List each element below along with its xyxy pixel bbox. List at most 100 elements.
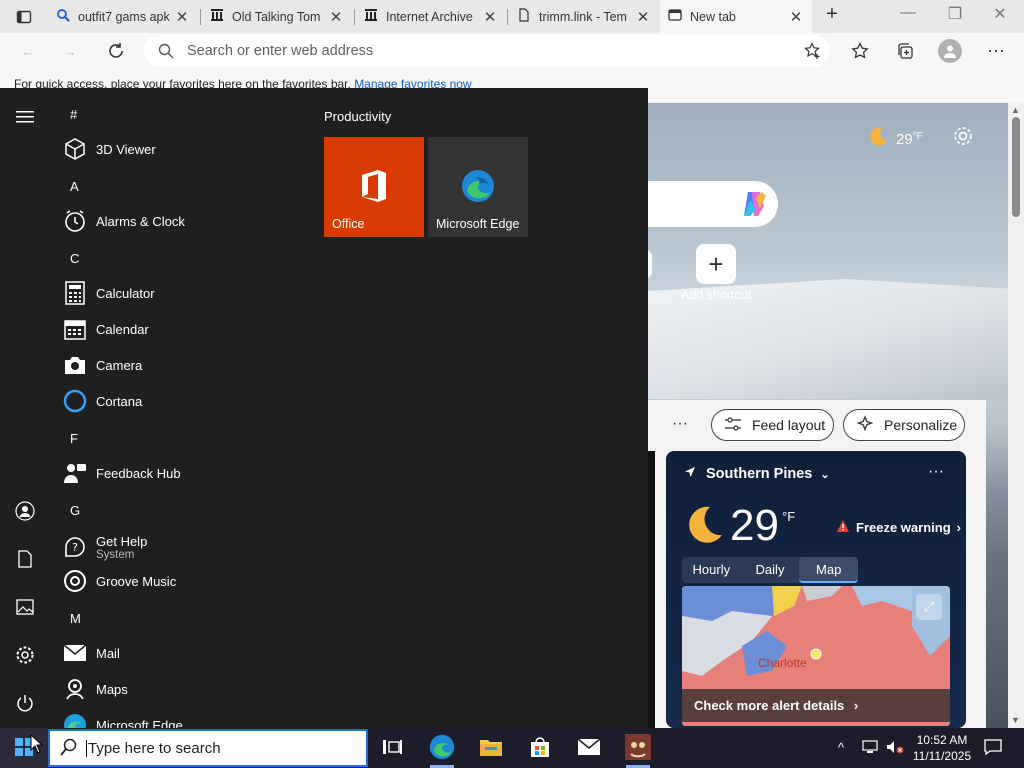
taskbar-file-explorer[interactable] (467, 728, 515, 768)
close-tab-icon[interactable]: ✕ (635, 8, 651, 26)
section-header[interactable]: A (70, 179, 79, 194)
weather-card[interactable]: Southern Pines ⌄ ··· 29 °F Freeze warnin… (666, 451, 966, 728)
app-3d-viewer[interactable]: 3D Viewer (62, 131, 156, 167)
section-header[interactable]: M (70, 611, 81, 626)
app-name: Calendar (96, 321, 149, 337)
page-scrollbar[interactable]: ▲ ▼ (1008, 103, 1024, 728)
app-maps[interactable]: Maps (62, 671, 128, 707)
notifications-icon[interactable] (984, 738, 1002, 759)
feed-layout-button[interactable]: Feed layout (711, 409, 834, 441)
collections-icon[interactable] (895, 41, 915, 61)
more-options-icon[interactable]: ⋯ (986, 41, 1006, 61)
app-name: Groove Music (96, 573, 177, 589)
taskbar-search-box[interactable]: Type here to search (48, 729, 368, 767)
documents-icon[interactable] (14, 548, 36, 570)
add-shortcut-button[interactable]: + (696, 244, 736, 284)
cortana-icon (62, 388, 88, 414)
section-header[interactable]: G (70, 503, 80, 518)
header-weather[interactable]: 29 °F (866, 125, 923, 153)
new-tab-icon[interactable]: + (812, 3, 852, 26)
app-microsoft-edge[interactable]: Microsoft Edge (62, 707, 183, 728)
tab-internet-archive[interactable]: Internet Archive ✕ (356, 0, 506, 33)
tile-office[interactable]: Office (324, 137, 424, 237)
minimize-icon[interactable]: — (888, 4, 928, 22)
expand-map-icon[interactable]: ⤢ (916, 594, 942, 620)
show-hidden-icons[interactable]: ^ (838, 740, 844, 755)
app-alarms-clock[interactable]: Alarms & Clock (62, 203, 185, 239)
tab-search-outfit7[interactable]: outfit7 gams apk ✕ (48, 0, 198, 33)
close-tab-icon[interactable]: ✕ (174, 8, 190, 26)
scrollbar-thumb[interactable] (1012, 117, 1020, 217)
tab-hourly[interactable]: Hourly (682, 557, 741, 583)
copilot-icon[interactable] (738, 188, 770, 220)
profile-avatar-icon[interactable] (938, 39, 962, 63)
tile-microsoft-edge[interactable]: Microsoft Edge (428, 137, 528, 237)
store-icon (529, 736, 551, 761)
edge-icon (461, 169, 495, 206)
volume-muted-icon[interactable] (886, 740, 904, 757)
camera-icon (62, 352, 88, 378)
app-camera[interactable]: Camera (62, 347, 142, 383)
alert-details-link[interactable]: Check more alert details › (682, 689, 950, 722)
user-account-icon[interactable] (14, 500, 36, 522)
taskbar-mail[interactable] (565, 728, 613, 768)
forward-icon[interactable]: → (60, 41, 80, 61)
weather-more-icon[interactable]: ··· (928, 463, 944, 481)
feed-more-icon[interactable]: ··· (672, 415, 688, 433)
settings-icon[interactable] (14, 644, 36, 666)
sliders-icon (724, 416, 742, 434)
section-header[interactable]: F (70, 431, 78, 446)
task-view-button[interactable] (368, 728, 416, 768)
app-list[interactable]: # 3D Viewer A Alarms & Clock C Calculato… (50, 88, 300, 728)
feedback-icon (62, 460, 88, 486)
taskbar-store[interactable] (516, 728, 564, 768)
chevron-right-icon: › (853, 698, 859, 713)
news-card-edge (648, 451, 655, 728)
page-settings-icon[interactable] (952, 125, 974, 150)
app-mail[interactable]: Mail (62, 635, 120, 671)
tab-new-tab[interactable]: New tab ✕ (660, 0, 812, 33)
tab-title: outfit7 gams apk (78, 9, 170, 24)
help-icon: ? (62, 534, 88, 560)
refresh-icon[interactable] (106, 41, 126, 61)
app-calculator[interactable]: Calculator (62, 275, 155, 311)
close-tab-icon[interactable]: ✕ (788, 8, 804, 26)
map-city-label: Charlotte (758, 656, 807, 670)
personalize-button[interactable]: Personalize (843, 409, 965, 441)
section-header[interactable]: # (70, 107, 77, 122)
app-cortana[interactable]: Cortana (62, 383, 142, 419)
back-icon[interactable]: ← (18, 41, 38, 61)
alert-details-text: Check more alert details (694, 698, 845, 713)
address-bar[interactable]: Search or enter web address (144, 35, 830, 67)
close-tab-icon[interactable]: ✕ (328, 8, 344, 26)
power-icon[interactable] (14, 692, 36, 714)
restore-icon[interactable]: ❐ (935, 4, 975, 24)
tab-old-talking-tom[interactable]: Old Talking Tom ✕ (202, 0, 352, 33)
tab-map[interactable]: Map (799, 557, 859, 583)
taskbar-edge[interactable] (418, 728, 466, 768)
tab-title: Old Talking Tom (232, 9, 321, 24)
task-view-icon (382, 738, 402, 759)
hamburger-menu-icon[interactable] (14, 106, 36, 128)
app-groove-music[interactable]: Groove Music (62, 563, 176, 599)
add-favorite-icon[interactable] (804, 42, 822, 63)
app-get-help[interactable]: ? Get Help System (62, 527, 147, 567)
app-feedback-hub[interactable]: Feedback Hub (62, 455, 181, 491)
tab-bar: outfit7 gams apk ✕ Old Talking Tom ✕ Int… (0, 0, 1024, 33)
section-header[interactable]: C (70, 251, 79, 266)
favorites-icon[interactable] (850, 41, 870, 61)
app-calendar[interactable]: Calendar (62, 311, 149, 347)
close-window-icon[interactable]: ✕ (980, 4, 1020, 24)
freeze-warning-badge[interactable]: Freeze warning › (836, 519, 961, 536)
close-tab-icon[interactable]: ✕ (482, 8, 498, 26)
tab-trimm-link[interactable]: trimm.link - Tem ✕ (509, 0, 659, 33)
folder-icon (479, 737, 503, 760)
weather-location[interactable]: Southern Pines ⌄ (684, 466, 830, 482)
pictures-icon[interactable] (14, 596, 36, 618)
system-clock[interactable]: 10:52 AM 11/11/2025 (912, 732, 972, 764)
tab-actions-icon[interactable] (14, 7, 34, 27)
network-icon[interactable] (862, 740, 878, 757)
tiles-group-header[interactable]: Productivity (324, 109, 391, 124)
taskbar-talking-tom[interactable] (614, 728, 662, 768)
tab-daily[interactable]: Daily (741, 557, 800, 583)
